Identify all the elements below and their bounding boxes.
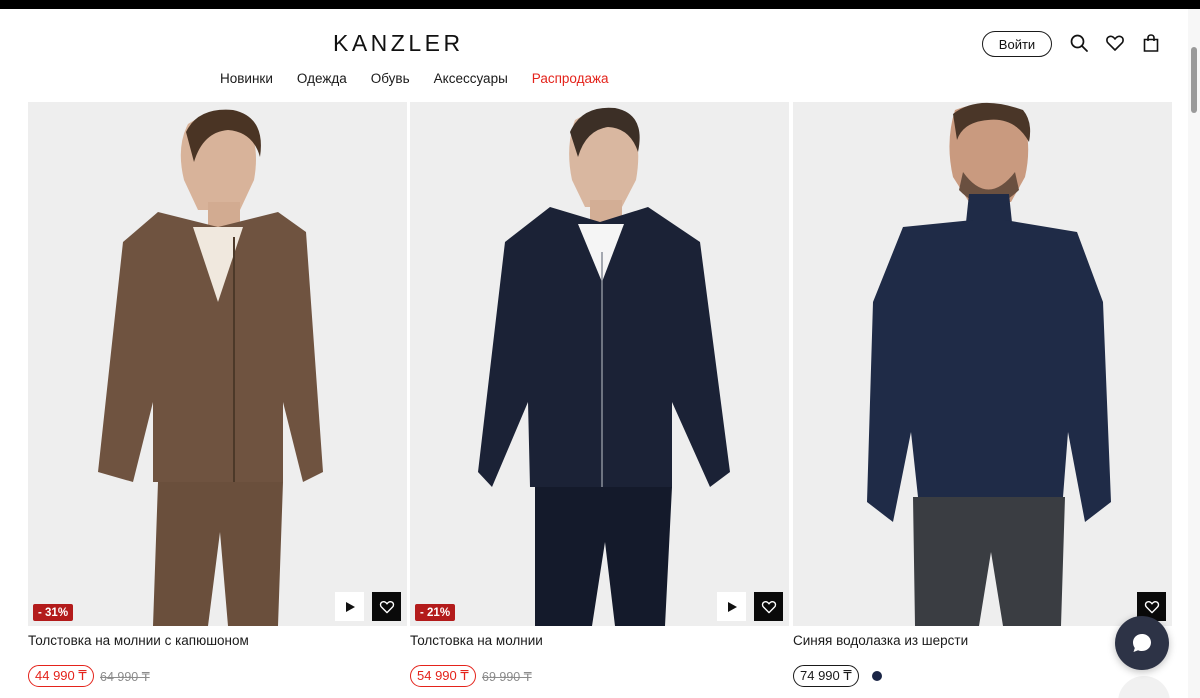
product-old-price: 64 990 ₸: [100, 670, 150, 684]
product-name[interactable]: Толстовка на молнии с капюшоном: [28, 633, 249, 648]
chat-button[interactable]: [1115, 616, 1169, 670]
product-card[interactable]: - 31% Толстовка на молнии с капюшоном 44…: [28, 102, 407, 687]
logo[interactable]: KANZLER: [333, 30, 464, 57]
product-price: 74 990 ₸: [793, 665, 859, 687]
product-card[interactable]: Синяя водолазка из шерсти 74 990 ₸: [793, 102, 1172, 687]
nav-item-accessories[interactable]: Аксессуары: [434, 71, 508, 86]
product-card[interactable]: - 21% Толстовка на молнии 54 990 ₸ 69 99…: [410, 102, 789, 687]
nav-item-clothing[interactable]: Одежда: [297, 71, 347, 86]
nav-item-shoes[interactable]: Обувь: [371, 71, 410, 86]
login-button[interactable]: Войти: [982, 31, 1052, 57]
product-price: 54 990 ₸: [410, 665, 476, 687]
heart-icon: [1144, 600, 1159, 613]
heart-icon: [761, 600, 776, 613]
play-video-button[interactable]: [335, 592, 364, 621]
product-name[interactable]: Толстовка на молнии: [410, 633, 543, 648]
scrollbar[interactable]: [1188, 9, 1200, 698]
color-swatch[interactable]: [872, 671, 882, 681]
product-old-price: 69 990 ₸: [482, 670, 532, 684]
nav-item-new[interactable]: Новинки: [220, 71, 273, 86]
discount-badge: - 21%: [415, 604, 456, 621]
product-image[interactable]: - 31%: [28, 102, 407, 626]
play-icon: [727, 601, 737, 612]
top-strip: [0, 0, 1200, 9]
product-image[interactable]: [793, 102, 1172, 626]
add-to-wishlist-button[interactable]: [372, 592, 401, 621]
search-icon[interactable]: [1069, 33, 1089, 53]
product-photo-figure: [793, 102, 1172, 626]
product-price: 44 990 ₸: [28, 665, 94, 687]
play-video-button[interactable]: [717, 592, 746, 621]
product-photo-figure: [28, 102, 407, 626]
heart-icon: [379, 600, 394, 613]
chat-bubble-icon: [1133, 634, 1151, 652]
discount-badge: - 31%: [33, 604, 74, 621]
main-nav: Новинки Одежда Обувь Аксессуары Распрода…: [220, 71, 609, 86]
bag-icon[interactable]: [1141, 33, 1161, 53]
product-name[interactable]: Синяя водолазка из шерсти: [793, 633, 968, 648]
product-photo-figure: [410, 102, 789, 626]
scrollbar-thumb[interactable]: [1191, 47, 1197, 113]
heart-icon[interactable]: [1105, 33, 1125, 53]
product-image[interactable]: - 21%: [410, 102, 789, 626]
play-icon: [345, 601, 355, 612]
add-to-wishlist-button[interactable]: [754, 592, 783, 621]
secondary-floating-button: [1118, 676, 1170, 698]
nav-item-sale[interactable]: Распродажа: [532, 71, 609, 86]
